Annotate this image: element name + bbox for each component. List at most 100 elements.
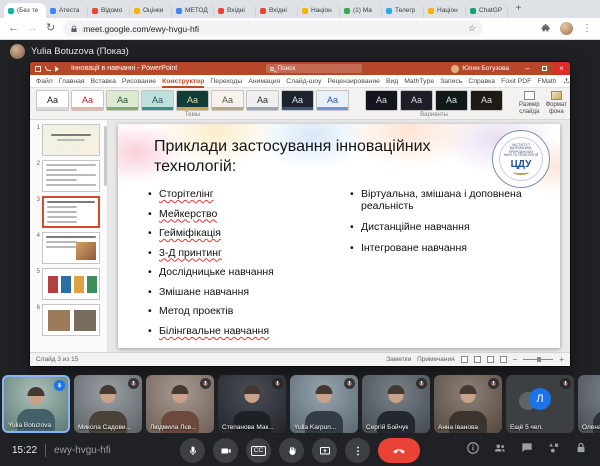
bullet-item[interactable]: Гейміфікація [148, 227, 338, 239]
ribbon-tab[interactable]: Вид [386, 75, 398, 88]
camera-button[interactable] [213, 438, 238, 463]
participant-tile[interactable]: Степанова Мак... [218, 375, 286, 433]
zoom-out-icon[interactable]: − [513, 356, 518, 364]
end-call-button[interactable] [378, 438, 420, 463]
ribbon-tab[interactable]: MathType [404, 75, 434, 88]
comments-toggle[interactable]: Примечания [417, 356, 455, 363]
browser-tab[interactable]: Оцінки [130, 3, 172, 18]
ribbon-tab[interactable]: FMath [537, 75, 556, 88]
ribbon-tab[interactable]: Рецензирование [327, 75, 379, 88]
meeting-details-icon[interactable] [466, 441, 480, 460]
host-controls-lock-icon[interactable] [574, 441, 588, 460]
ribbon-tab[interactable]: Главная [59, 75, 85, 88]
theme-thumbnail[interactable]: Аа [36, 90, 69, 111]
undo-icon[interactable] [45, 66, 51, 71]
participant-tile[interactable]: Yulia Karpun... [290, 375, 358, 433]
browser-tab[interactable]: Націон [424, 3, 466, 18]
ribbon-tab[interactable]: Вставка [91, 75, 116, 88]
theme-thumbnail[interactable]: Аа [211, 90, 244, 111]
bullet-item[interactable]: Інтегроване навчання [350, 242, 522, 254]
reading-view-icon[interactable] [487, 356, 494, 363]
slide-thumbnail[interactable] [42, 196, 100, 228]
browser-tab[interactable]: Атеста [46, 3, 88, 18]
captions-button[interactable]: CC [246, 438, 271, 463]
ppt-account[interactable]: Юлия Ботузова [451, 65, 509, 73]
bullet-item[interactable]: 3-Д принтинг [148, 247, 338, 259]
ppt-title-bar[interactable]: Інновації в навчанні - PowerPoint Поиск … [30, 62, 570, 75]
browser-tab[interactable]: Вхідні [256, 3, 298, 18]
theme-thumbnail[interactable]: Аа [106, 90, 139, 111]
slide-thumbnail[interactable] [42, 304, 100, 336]
slideshow-view-icon[interactable] [500, 356, 507, 363]
extensions-puzzle-icon[interactable] [541, 20, 551, 38]
ribbon-tab[interactable]: Справка [468, 75, 495, 88]
profile-avatar[interactable] [560, 22, 573, 35]
notes-toggle[interactable]: Заметки [386, 356, 411, 363]
slide-thumbnail[interactable] [42, 124, 100, 156]
slide-canvas[interactable]: Приклади застосування інноваційних техно… [118, 124, 560, 348]
browser-tab[interactable]: Відомо [88, 3, 130, 18]
theme-thumbnail[interactable]: Аа [141, 90, 174, 111]
bullet-item[interactable]: Метод проектів [148, 305, 338, 317]
reload-icon[interactable]: ↻ [46, 23, 55, 34]
participant-tile[interactable]: Людмила Лєв... [146, 375, 214, 433]
participant-tile[interactable]: Анна Іванова [434, 375, 502, 433]
more-options-button[interactable] [345, 438, 370, 463]
bullet-item[interactable]: Дистанційне навчання [350, 221, 522, 233]
mic-button[interactable] [180, 438, 205, 463]
bullet-item[interactable]: Білінгвальне навчання [148, 325, 338, 337]
slideshow-icon[interactable] [55, 66, 59, 72]
browser-tab[interactable]: (Без те [4, 3, 46, 18]
variant-thumbnail[interactable]: Аа [400, 90, 433, 111]
forward-icon[interactable]: → [27, 23, 38, 34]
bullet-item[interactable]: Віртуальна, змішана і доповнена реальніс… [350, 188, 522, 212]
participant-tile[interactable]: Сергій Бойчук [362, 375, 430, 433]
slide-title[interactable]: Приклади застосування інноваційних техно… [154, 137, 454, 177]
browser-tab[interactable]: Вхідні [214, 3, 256, 18]
browser-tab[interactable]: ChatGP [466, 3, 508, 18]
maximize-button[interactable] [536, 62, 553, 75]
minimize-button[interactable]: – [519, 62, 536, 75]
participant-tile[interactable]: Олена Трифон... [578, 375, 600, 433]
thumbnail-scrollbar[interactable] [104, 126, 107, 186]
back-icon[interactable]: ← [8, 23, 19, 34]
slide-size-button[interactable]: Размер слайда [519, 90, 540, 119]
bullet-item[interactable]: Змішане навчання [148, 286, 338, 298]
zoom-slider[interactable] [523, 359, 553, 360]
share-button[interactable]: Поделиться [563, 77, 570, 86]
browser-tab[interactable]: Націон [298, 3, 340, 18]
chat-icon[interactable] [520, 441, 534, 460]
slide-sorter-view-icon[interactable] [474, 356, 481, 363]
theme-thumbnail[interactable]: Аа [71, 90, 104, 111]
participant-tile[interactable]: ЛЕщё 5 чел. [506, 375, 574, 433]
address-bar[interactable]: meet.google.com/ewy-hvgu-hfi ☆ [63, 21, 483, 36]
browser-tab[interactable]: МЕТОД [172, 3, 214, 18]
theme-thumbnail[interactable]: Аа [246, 90, 279, 111]
theme-thumbnail[interactable]: Аа [281, 90, 314, 111]
variant-thumbnail[interactable]: Аа [365, 90, 398, 111]
ribbon-tab[interactable]: Рисование [122, 75, 156, 88]
close-button[interactable]: × [553, 62, 570, 75]
variant-thumbnail[interactable]: Аа [470, 90, 503, 111]
ribbon-tab[interactable]: Конструктор [162, 75, 204, 88]
participant-tile[interactable]: Микола Садови... [74, 375, 142, 433]
raise-hand-button[interactable] [279, 438, 304, 463]
ribbon-tab[interactable]: Foxit PDF [501, 75, 531, 88]
bullet-item[interactable]: Дослідницьке навчання [148, 266, 338, 278]
slide-thumbnail[interactable] [42, 160, 100, 192]
browser-tab[interactable]: Телегр [382, 3, 424, 18]
participant-tile[interactable]: Yulia Botuzova [2, 375, 70, 433]
ribbon-tab[interactable]: Переходы [210, 75, 242, 88]
slide-thumbnail[interactable] [42, 268, 100, 300]
format-background-button[interactable]: Формат фона [546, 90, 567, 119]
bullet-item[interactable]: Сторітелінг [148, 188, 338, 200]
zoom-in-icon[interactable]: + [559, 356, 564, 364]
activities-icon[interactable] [547, 441, 561, 460]
present-button[interactable] [312, 438, 337, 463]
theme-thumbnail[interactable]: Аа [316, 90, 349, 111]
people-icon[interactable] [493, 441, 507, 460]
save-icon[interactable] [35, 66, 41, 72]
zoom-knob[interactable] [537, 357, 541, 362]
slide-thumbnail[interactable] [42, 232, 100, 264]
browser-tab[interactable]: (1) Ма [340, 3, 382, 18]
